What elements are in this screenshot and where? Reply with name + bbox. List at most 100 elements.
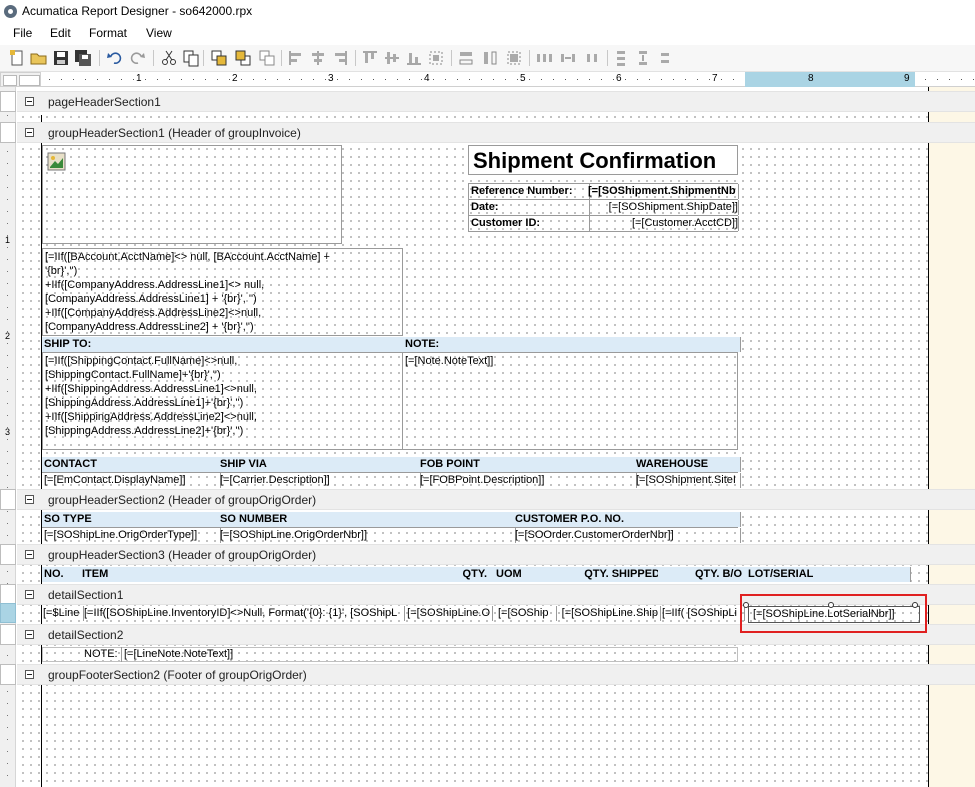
ruler-number: 2 [5,331,11,341]
inventory-item-field[interactable]: [=IIf([SOShipLine.InventoryID]<>Null, Fo… [82,606,405,621]
so-type-header[interactable]: SO TYPE [42,512,221,527]
line-number-field[interactable]: [=$Line [42,606,84,621]
ship-via-header[interactable]: SHIP VIA [218,457,421,472]
section-group-header-3[interactable]: groupHeaderSection3 (Header of groupOrig… [17,544,975,565]
uom-header[interactable]: UOM [490,567,559,582]
ruler-tick [7,199,8,200]
collapse-toggle-icon[interactable] [25,495,34,504]
ship-date-field[interactable]: [=[SOShipment.ShipDate]] [588,200,739,215]
qty-header[interactable]: QTY. [442,567,490,582]
horizontal-spacing-increase-icon[interactable] [559,49,577,67]
line-note-field[interactable]: [=[LineNote.NoteText]] [122,647,322,662]
horizontal-spacing-equal-icon[interactable] [535,49,553,67]
qty-bo-header[interactable]: QTY. B/O [658,567,746,582]
align-middle-icon[interactable] [383,49,401,67]
company-address-box[interactable]: [=IIf([BAccount.AcctName]<> null, [BAcco… [42,248,403,336]
so-type-field[interactable]: [=[SOShipLine.OrigOrderType]] [42,528,221,543]
fob-point-field[interactable]: [=[FOBPoint.Description]] [418,473,637,488]
customer-po-header[interactable]: CUSTOMER P.O. NO. [513,512,741,527]
customer-id-field[interactable]: [=[Customer.AcctCD]] [588,216,739,231]
save-icon[interactable] [52,49,70,67]
so-number-field[interactable]: [=[SOShipLine.OrigOrderNbr]] [218,528,516,543]
horizontal-spacing-decrease-icon[interactable] [583,49,601,67]
collapse-toggle-icon[interactable] [25,128,34,137]
toolbar-separator [203,50,204,66]
lot-serial-header[interactable]: LOT/SERIAL [744,567,911,582]
copy-icon[interactable] [182,49,200,67]
collapse-toggle-icon[interactable] [25,670,34,679]
ruler-tick [7,319,8,320]
so-number-header[interactable]: SO NUMBER [218,512,516,527]
collapse-toggle-icon[interactable] [25,97,34,106]
collapse-toggle-icon[interactable] [25,550,34,559]
collapse-toggle-icon[interactable] [25,630,34,639]
item-header[interactable]: ITEM [80,567,493,582]
reference-number-label[interactable]: Reference Number: [469,184,590,199]
date-label[interactable]: Date: [469,200,590,215]
undo-icon[interactable] [106,49,124,67]
fob-point-header[interactable]: FOB POINT [418,457,637,472]
contact-field[interactable]: [=[EmContact.DisplayName]] [42,473,221,488]
same-size-icon[interactable] [505,49,523,67]
vertical-spacing-decrease-icon[interactable] [656,49,674,67]
save-all-icon[interactable] [74,49,92,67]
vertical-spacing-increase-icon[interactable] [634,49,652,67]
align-top-icon[interactable] [361,49,379,67]
group-icon[interactable] [258,49,276,67]
report-title: Shipment Confirmation [473,148,717,173]
ship-to-header[interactable]: SHIP TO: [42,337,406,352]
warehouse-field[interactable]: [=[SOShipment.SiteI [634,473,741,488]
same-height-icon[interactable] [481,49,499,67]
qty-shipped-field[interactable]: [=[SOShipLine.Ship [552,606,661,621]
section-group-header-1[interactable]: groupHeaderSection1 (Header of groupInvo… [17,122,975,143]
window-title: Acumatica Report Designer - so642000.rpx [22,4,253,18]
logo-picture-box[interactable] [42,145,342,244]
open-folder-icon[interactable] [30,49,48,67]
ship-to-line: [=IIf([ShippingContact.FullName]<>null, [45,355,238,367]
reference-number-field[interactable]: [=[SOShipment.ShipmentNb [588,184,739,199]
contact-header[interactable]: CONTACT [42,457,221,472]
report-title-box[interactable]: Shipment Confirmation [468,145,738,175]
uom-field[interactable]: [=[SOShip [494,606,557,621]
warehouse-header[interactable]: WAREHOUSE [634,457,741,472]
menu-format[interactable]: Format [87,26,129,40]
customer-po-field[interactable]: [=[SOOrder.CustomerOrderNbr]] [513,528,741,543]
section-group-footer-2[interactable]: groupFooterSection2 (Footer of groupOrig… [17,664,975,685]
cut-icon[interactable] [160,49,178,67]
vertical-spacing-equal-icon[interactable] [612,49,630,67]
ruler-tick [7,271,8,272]
qty-shipped-header[interactable]: QTY. SHIPPED [552,567,664,582]
ship-to-address-box[interactable]: [=IIf([ShippingContact.FullName]<>null, … [42,352,403,450]
align-right-icon[interactable] [331,49,349,67]
company-address-line: +IIf([CompanyAddress.AddressLine1]<> nul… [45,279,265,291]
menu-edit[interactable]: Edit [48,26,73,40]
section-group-header-2[interactable]: groupHeaderSection2 (Header of groupOrig… [17,489,975,510]
send-to-back-icon[interactable] [234,49,252,67]
align-left-icon[interactable] [287,49,305,67]
toolbar-separator [355,50,356,66]
ship-to-line: [ShippingContact.FullName]+'{br}','') [45,369,221,381]
note-header[interactable]: NOTE: [403,337,741,352]
ship-via-field[interactable]: [=[Carrier.Description]] [218,473,421,488]
align-to-grid-icon[interactable] [427,49,445,67]
section-page-header[interactable]: pageHeaderSection1 [17,91,975,112]
ruler-number: 3 [5,427,11,437]
bring-to-front-icon[interactable] [210,49,228,67]
menu-file[interactable]: File [11,26,34,40]
ruler-tick [7,571,8,572]
line-note-label[interactable]: NOTE: [82,647,122,662]
line-no-header[interactable]: NO. [42,567,83,582]
same-width-icon[interactable] [457,49,475,67]
new-report-icon[interactable] [8,49,26,67]
ruler-tick [7,439,8,440]
redo-icon[interactable] [128,49,146,67]
qty-field[interactable]: [=[SOShipLine.O [404,606,493,621]
customer-id-label[interactable]: Customer ID: [469,216,590,231]
qty-bo-field[interactable]: [=IIf( [SOShipLi [658,606,745,621]
collapse-toggle-icon[interactable] [25,590,34,599]
menu-view[interactable]: View [144,26,174,40]
note-box[interactable]: [=[Note.NoteText]] [402,352,738,450]
align-center-icon[interactable] [309,49,327,67]
align-bottom-icon[interactable] [405,49,423,67]
gutter-section-marker [0,584,16,605]
